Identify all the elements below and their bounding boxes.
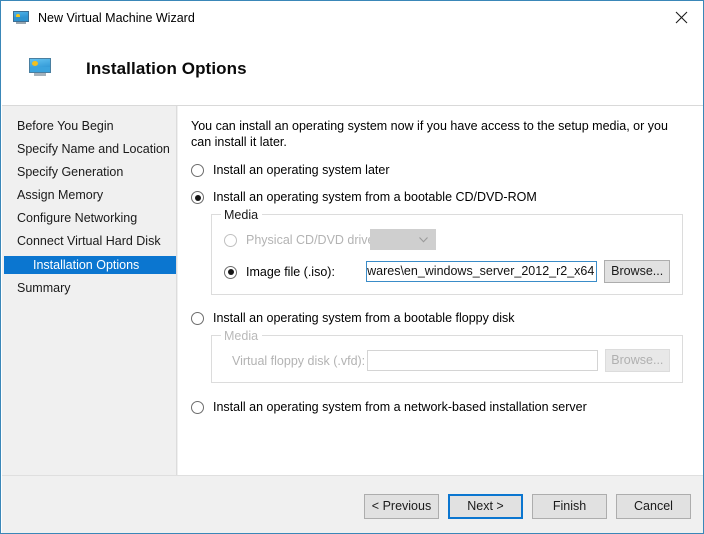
sidebar-item-summary[interactable]: Summary — [4, 280, 174, 297]
radio-install-from-cd-dvd[interactable] — [191, 191, 204, 204]
option-install-from-network[interactable]: Install an operating system from a netwo… — [191, 400, 690, 415]
sidebar-item-configure-networking[interactable]: Configure Networking — [4, 210, 174, 227]
cd-media-groupbox-title: Media — [221, 208, 263, 222]
virtual-floppy-disk-label: Virtual floppy disk (.vfd): — [232, 353, 366, 368]
radio-install-later[interactable] — [191, 164, 204, 177]
cd-media-groupbox: Media Physical CD/DVD drive: Image file … — [211, 208, 683, 295]
option-install-from-floppy-label: Install an operating system from a boota… — [213, 311, 515, 325]
page-title: Installation Options — [86, 59, 247, 78]
next-button[interactable]: Next > — [448, 494, 523, 519]
wizard-steps-sidebar: Before You Begin Specify Name and Locati… — [2, 106, 177, 475]
virtual-floppy-disk-input — [367, 350, 598, 371]
footer-button-group: < Previous Next > Finish Cancel — [364, 494, 691, 519]
image-file-input[interactable]: D:\Softwares\en_windows_server_2012_r2_x… — [365, 261, 598, 282]
option-install-from-floppy[interactable]: Install an operating system from a boota… — [191, 311, 690, 326]
sidebar-item-specify-generation[interactable]: Specify Generation — [4, 164, 174, 181]
option-install-from-cd-dvd-label: Install an operating system from a boota… — [213, 190, 537, 204]
floppy-media-groupbox-title: Media — [221, 329, 263, 343]
title-bar: New Virtual Machine Wizard — [2, 2, 703, 33]
sidebar-item-specify-name-and-location[interactable]: Specify Name and Location — [4, 141, 174, 158]
chevron-down-icon — [419, 237, 428, 243]
sidebar-item-installation-options[interactable]: Installation Options — [4, 256, 176, 274]
wizard-footer: < Previous Next > Finish Cancel — [2, 475, 703, 533]
virtual-floppy-disk-browse-button: Browse... — [604, 349, 671, 372]
physical-cd-dvd-drive-select — [370, 229, 436, 250]
physical-cd-dvd-drive-label: Physical CD/DVD drive: — [246, 232, 378, 247]
wizard-body: Before You Begin Specify Name and Locati… — [2, 106, 703, 475]
radio-physical-cd-dvd-drive — [224, 233, 237, 247]
sidebar-item-assign-memory[interactable]: Assign Memory — [4, 187, 174, 204]
floppy-media-groupbox: Media Virtual floppy disk (.vfd): Browse… — [211, 329, 683, 383]
radio-install-from-floppy[interactable] — [191, 312, 204, 325]
close-glyph — [675, 11, 688, 23]
physical-cd-dvd-drive-row[interactable]: Physical CD/DVD drive: — [224, 229, 670, 250]
image-file-browse-button[interactable]: Browse... — [604, 260, 670, 283]
intro-text: You can install an operating system now … — [191, 119, 668, 149]
option-install-later-label: Install an operating system later — [213, 163, 390, 177]
sidebar-item-connect-virtual-hard-disk[interactable]: Connect Virtual Hard Disk — [4, 233, 174, 250]
finish-button[interactable]: Finish — [532, 494, 607, 519]
new-virtual-machine-wizard-window: New Virtual Machine Wizard Installation … — [0, 0, 704, 534]
image-file-label: Image file (.iso): — [246, 264, 335, 279]
image-file-value: D:\Softwares\en_windows_server_2012_r2_x… — [367, 264, 595, 278]
sidebar-item-before-you-begin[interactable]: Before You Begin — [4, 118, 174, 135]
image-file-row[interactable]: Image file (.iso): D:\Softwares\en_windo… — [224, 260, 670, 283]
virtual-machine-icon — [13, 10, 29, 25]
window-title: New Virtual Machine Wizard — [38, 10, 195, 25]
installation-options-icon — [29, 58, 51, 77]
option-install-from-cd-dvd[interactable]: Install an operating system from a boota… — [191, 190, 690, 205]
page-header: Installation Options — [2, 33, 703, 106]
previous-button[interactable]: < Previous — [364, 494, 439, 519]
radio-install-from-network[interactable] — [191, 401, 204, 414]
cancel-button[interactable]: Cancel — [616, 494, 691, 519]
option-install-from-network-label: Install an operating system from a netwo… — [213, 400, 587, 414]
virtual-floppy-disk-row: Virtual floppy disk (.vfd): Browse... — [224, 349, 671, 372]
close-icon[interactable] — [659, 2, 703, 32]
radio-image-file[interactable] — [224, 265, 237, 279]
option-install-later[interactable]: Install an operating system later — [191, 163, 690, 178]
wizard-content-panel: You can install an operating system now … — [178, 106, 703, 475]
